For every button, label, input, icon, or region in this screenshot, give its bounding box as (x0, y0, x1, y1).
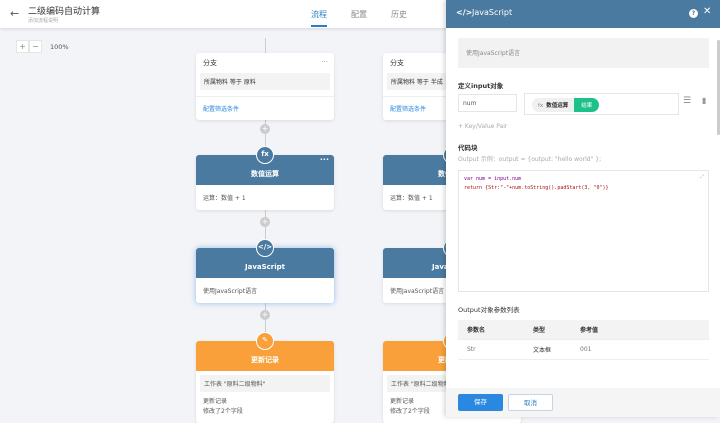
chip-node: 数值运算 (546, 103, 569, 109)
node-title: 数值运算 (251, 170, 279, 178)
cell-name: Str (467, 346, 476, 353)
code-line: var num = input.num (464, 176, 522, 182)
chip-field: 结果 (574, 98, 600, 112)
output-table: 参数名 类型 参考值 Str 文本框 001 (458, 320, 709, 360)
table-header: 参数名 类型 参考值 (458, 320, 709, 340)
node-body: 运算：数值 + 1 (203, 195, 246, 202)
cell-ref: 001 (580, 346, 592, 353)
node-title: JavaScript (244, 263, 285, 271)
fx-icon: fx (256, 146, 274, 164)
add-node-button[interactable]: + (260, 310, 270, 320)
col-name: 参数名 (467, 327, 486, 334)
node-body: 使用JavaScript语言 (203, 288, 258, 295)
add-node-button[interactable]: + (260, 217, 270, 227)
field-select-icon[interactable]: ☰ (683, 96, 691, 106)
sheet-name: 工作表 "原料二级物料" (200, 375, 330, 392)
update-fields: 修改了2个字段 (203, 408, 243, 415)
code-icon: </> (256, 239, 274, 257)
node-title: 更新记录 (251, 356, 279, 364)
update-action: 更新记录 (203, 398, 228, 405)
code-section-label: 代码块 (458, 144, 478, 152)
zoom-in-button[interactable]: + (16, 40, 29, 53)
fx-icon: fx (538, 103, 544, 109)
code-hint: Output 示例：output = {output: "hello world… (458, 156, 602, 163)
branch-title: 分支 (390, 59, 404, 67)
description-input[interactable]: 使用JavaScript语言 (458, 38, 709, 68)
zoom-out-button[interactable]: − (29, 40, 42, 53)
cell-type: 文本框 (533, 347, 552, 354)
input-section-label: 定义input对象 (458, 82, 504, 90)
code-line: return {Str:"-"+num.toString().padStart(… (464, 185, 609, 191)
expand-icon[interactable]: ⤢ (700, 173, 704, 182)
close-icon[interactable]: ✕ (703, 6, 711, 17)
table-row: Str 文本框 001 (458, 340, 709, 360)
update-icon: ✎ (256, 332, 274, 350)
zoom-level: 100% (50, 42, 69, 51)
panel-header: </> JavaScript ? ✕ (446, 0, 720, 28)
branch-card[interactable]: 分支 ··· 所属物料 等于 原料 配置筛选条件 (196, 53, 334, 120)
code-icon: </> (456, 8, 473, 17)
more-icon[interactable]: ··· (321, 58, 328, 66)
back-arrow-icon[interactable]: ← (10, 7, 19, 20)
more-icon[interactable]: ··· (320, 141, 329, 179)
page-title: 二级编码自动计算 (28, 7, 101, 17)
code-editor[interactable]: var num = input.num return {Str:"-"+num.… (458, 170, 709, 292)
delete-icon[interactable]: ▮ (702, 96, 706, 105)
branch-title: 分支 (203, 59, 217, 67)
col-ref: 参考值 (580, 327, 599, 334)
cancel-button[interactable]: 取消 (508, 394, 553, 411)
tab-config[interactable]: 配置 (351, 9, 367, 20)
key-input[interactable]: num (458, 94, 517, 112)
output-section-label: Output对象参数列表 (458, 306, 520, 314)
tab-history[interactable]: 历史 (391, 9, 407, 20)
help-icon[interactable]: ? (689, 9, 698, 18)
calc-node-card[interactable]: fx···数值运算 运算：数值 + 1 (196, 146, 334, 210)
save-button[interactable]: 保存 (458, 394, 503, 411)
config-filter-link[interactable]: 配置筛选条件 (196, 96, 334, 120)
col-type: 类型 (533, 327, 546, 334)
flow-description[interactable]: 添加流程说明 (28, 17, 58, 24)
add-node-button[interactable]: + (260, 124, 270, 134)
add-key-value-pair[interactable]: + Key/Value Pair (458, 123, 507, 130)
branch-condition: 所属物料 等于 原料 (200, 73, 330, 90)
field-chip[interactable]: fx 数值运算 结果 (532, 98, 600, 112)
panel-title: JavaScript (472, 8, 513, 17)
panel-footer: 保存 取消 (446, 388, 720, 417)
javascript-panel: </> JavaScript ? ✕ 使用JavaScript语言 定义inpu… (446, 0, 720, 417)
update-record-card[interactable]: ✎ 更新记录 工作表 "原料二级物料" 更新记录 修改了2个字段 (196, 332, 334, 423)
tab-flow[interactable]: 流程 (311, 9, 327, 27)
javascript-node-card[interactable]: </> JavaScript 使用JavaScript语言 (196, 239, 334, 303)
zoom-controls: + − 100% (16, 40, 69, 53)
